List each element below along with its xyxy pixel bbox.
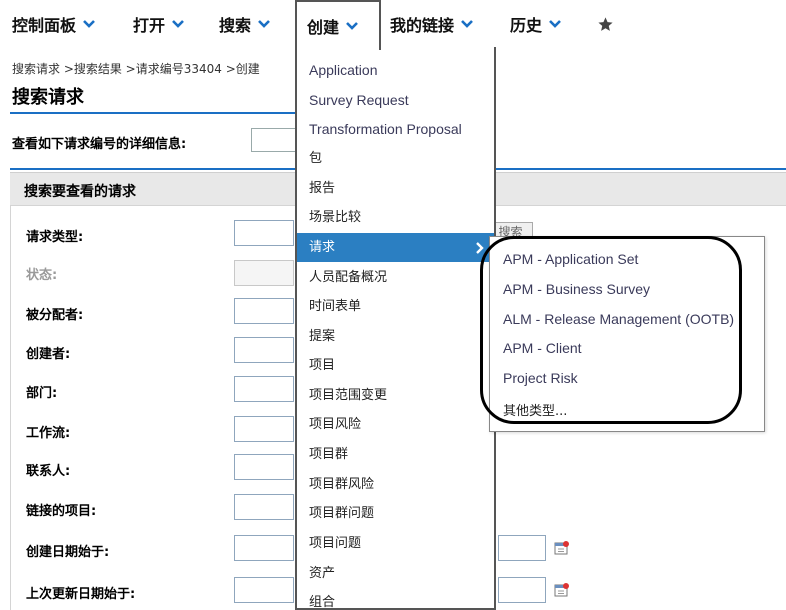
status-label: 状态: xyxy=(26,268,58,283)
nav-history[interactable]: 历史 xyxy=(510,0,561,48)
menu-item-transformation-proposal[interactable]: Transformation Proposal xyxy=(297,115,494,144)
chevron-right-icon xyxy=(476,242,484,254)
title-divider xyxy=(10,112,295,114)
department-label: 部门: xyxy=(26,386,58,401)
request-type-submenu: APM - Application Set APM - Business Sur… xyxy=(489,236,765,432)
nav-search[interactable]: 搜索 xyxy=(219,0,270,48)
chevron-down-icon xyxy=(258,20,270,28)
lookup-label: 查看如下请求编号的详细信息: xyxy=(12,137,187,152)
breadcrumb[interactable]: 搜索请求 >搜索结果 >请求编号33404 >创建 xyxy=(12,60,260,77)
menu-item-report[interactable]: 报告 xyxy=(297,174,494,203)
last-updated-from-label: 上次更新日期始于: xyxy=(26,587,136,602)
nav-open-label: 打开 xyxy=(133,16,166,35)
created-by-field[interactable] xyxy=(234,337,294,363)
section-title: 搜索要查看的请求 xyxy=(24,184,136,200)
menu-item-request[interactable]: 请求 xyxy=(297,233,494,262)
nav-open[interactable]: 打开 xyxy=(133,0,184,48)
assigned-to-label: 被分配者: xyxy=(26,308,84,323)
menu-item-scope-change[interactable]: 项目范围变更 xyxy=(297,381,494,410)
chevron-down-icon xyxy=(172,20,184,28)
created-by-label: 创建者: xyxy=(26,347,71,362)
menu-item-program[interactable]: 项目群 xyxy=(297,440,494,469)
star-icon[interactable] xyxy=(597,16,614,33)
submenu-item-other-types[interactable]: 其他类型... xyxy=(503,400,567,419)
last-updated-to-field[interactable] xyxy=(498,577,546,603)
request-type-field[interactable] xyxy=(234,220,294,246)
nav-dashboard-label: 控制面板 xyxy=(12,16,77,35)
status-field[interactable] xyxy=(234,260,294,286)
linked-project-label: 链接的项目: xyxy=(26,504,97,519)
menu-item-application[interactable]: Application xyxy=(297,56,494,85)
calendar-icon[interactable] xyxy=(554,540,570,556)
nav-dashboard[interactable]: 控制面板 xyxy=(12,0,95,48)
submenu-item-apm-application-set[interactable]: APM - Application Set xyxy=(503,251,638,267)
menu-item-request-label: 请求 xyxy=(309,240,336,255)
request-type-label: 请求类型: xyxy=(26,230,84,245)
page-title: 搜索请求 xyxy=(12,87,84,108)
assigned-to-field[interactable] xyxy=(234,298,294,324)
created-date-from-field[interactable] xyxy=(234,535,294,561)
nav-my-links[interactable]: 我的链接 xyxy=(390,0,473,48)
calendar-icon[interactable] xyxy=(554,582,570,598)
nav-search-label: 搜索 xyxy=(219,16,252,35)
menu-item-project[interactable]: 项目 xyxy=(297,351,494,380)
submenu-item-project-risk[interactable]: Project Risk xyxy=(503,370,578,386)
nav-history-label: 历史 xyxy=(510,16,543,35)
submenu-item-apm-business-survey[interactable]: APM - Business Survey xyxy=(503,281,650,297)
department-field[interactable] xyxy=(234,376,294,402)
workflow-label: 工作流: xyxy=(26,426,71,441)
menu-item-asset[interactable]: 资产 xyxy=(297,559,494,588)
contact-label: 联系人: xyxy=(26,464,71,479)
request-number-input[interactable] xyxy=(251,128,296,152)
nav-create-label: 创建 xyxy=(307,18,340,37)
menu-item-proposal[interactable]: 提案 xyxy=(297,322,494,351)
submenu-item-alm-release-management[interactable]: ALM - Release Management (OOTB) xyxy=(503,311,734,327)
menu-item-package[interactable]: 包 xyxy=(297,144,494,173)
create-dropdown-menu: Application Survey Request Transformatio… xyxy=(295,47,496,610)
menu-item-scenario-comparison[interactable]: 场景比较 xyxy=(297,203,494,232)
top-navigation: 控制面板 打开 搜索 创建 我的链接 历史 xyxy=(0,0,786,50)
submenu-item-apm-client[interactable]: APM - Client xyxy=(503,340,582,356)
nav-create[interactable]: 创建 xyxy=(295,0,381,50)
menu-item-portfolio[interactable]: 组合 xyxy=(297,588,494,610)
menu-item-program-risk[interactable]: 项目群风险 xyxy=(297,470,494,499)
contact-field[interactable] xyxy=(234,454,294,480)
chevron-down-icon xyxy=(83,20,95,28)
menu-item-survey-request[interactable]: Survey Request xyxy=(297,86,494,115)
chevron-down-icon xyxy=(549,20,561,28)
workflow-field[interactable] xyxy=(234,416,294,442)
created-date-from-label: 创建日期始于: xyxy=(26,545,110,560)
menu-item-project-issue[interactable]: 项目问题 xyxy=(297,529,494,558)
linked-project-field[interactable] xyxy=(234,494,294,520)
menu-item-time-sheet[interactable]: 时间表单 xyxy=(297,292,494,321)
last-updated-from-field[interactable] xyxy=(234,577,294,603)
menu-item-program-issue[interactable]: 项目群问题 xyxy=(297,499,494,528)
menu-item-staffing-profile[interactable]: 人员配备概况 xyxy=(297,263,494,292)
chevron-down-icon xyxy=(461,20,473,28)
chevron-down-icon xyxy=(346,22,358,30)
nav-my-links-label: 我的链接 xyxy=(390,16,455,35)
menu-item-project-risk[interactable]: 项目风险 xyxy=(297,410,494,439)
created-date-to-field[interactable] xyxy=(498,535,546,561)
